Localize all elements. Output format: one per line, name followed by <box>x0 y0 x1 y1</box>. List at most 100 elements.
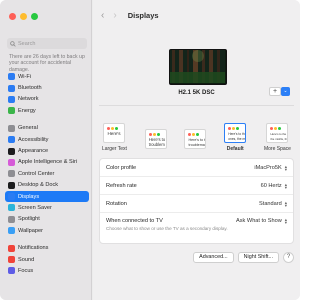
accessibility-icon <box>8 136 15 144</box>
sidebar-item-displays[interactable]: Displays <box>5 190 89 203</box>
appearance-icon <box>8 147 15 155</box>
sidebar-item-control-center[interactable]: Control Center <box>5 168 89 179</box>
sidebar-group: Wi-Fi Bluetooth Network Energy <box>5 71 89 117</box>
updown-chevron-icon: ▴ ▾ <box>284 217 287 225</box>
dock-icon <box>8 181 15 189</box>
sidebar-item-screen-saver[interactable]: Screen Saver <box>5 202 89 213</box>
zoom-button[interactable] <box>31 13 38 20</box>
resolution-preview-text: Here's to the troublemakers <box>188 138 206 147</box>
refresh-rate-row[interactable]: Refresh rate 60 Hertz ▴ ▾ <box>100 177 293 195</box>
resolution-option[interactable]: Here's to the crazy ones the misfits, th… <box>264 123 291 152</box>
tv-connection-row[interactable]: When connected to TV Choose what to show… <box>100 213 293 243</box>
sidebar-item-label: Energy <box>18 107 36 114</box>
sidebar-item-label: Apple Intelligence & Siri <box>18 159 78 166</box>
resolution-option[interactable]: Here's Larger Text <box>102 123 127 152</box>
sidebar-item-energy[interactable]: Energy <box>5 105 89 116</box>
back-chevron-icon[interactable]: ‹ <box>101 10 104 21</box>
resolution-option[interactable]: Here's to the crazy ones, the misfits Def… <box>224 123 247 152</box>
siri-icon <box>8 158 15 166</box>
sidebar-group: General Accessibility Appearance Apple Inte… <box>5 123 89 237</box>
sidebar-search[interactable] <box>7 38 87 49</box>
night-shift-button[interactable]: Night Shift... <box>237 251 279 263</box>
sidebar-item-focus[interactable]: Focus <box>5 265 89 276</box>
color-profile-value: iMacPro5K <box>254 164 282 171</box>
sidebar-item-general[interactable]: General <box>5 123 89 134</box>
tv-connection-description: Choose what to show or use the TV as a s… <box>106 226 228 231</box>
color-profile-select[interactable]: iMacPro5K ▴ ▾ <box>254 163 287 172</box>
resolution-preview-text: Here's to the crazy ones, the misfits <box>228 132 247 141</box>
refresh-rate-label: Refresh rate <box>106 182 137 189</box>
notifications-icon <box>8 244 15 252</box>
minimize-button[interactable] <box>20 13 27 20</box>
updown-chevron-icon: ▴ ▾ <box>284 163 287 172</box>
sidebar-item-apple-intelligence-siri[interactable]: Apple Intelligence & Siri <box>5 157 89 168</box>
sidebar-item-label: Control Center <box>18 170 55 177</box>
search-input[interactable] <box>18 40 82 47</box>
sidebar-item-label: Spotlight <box>18 216 40 223</box>
sidebar-item-label: Notifications <box>18 245 49 252</box>
resolution-option[interactable]: Here's to the troublemakers <box>184 129 207 152</box>
spotlight-icon <box>8 215 15 223</box>
resolution-label: Larger Text <box>102 146 127 152</box>
advanced-button[interactable]: Advanced... <box>193 251 234 263</box>
titlebar: ‹ › Displays <box>93 0 300 31</box>
rotation-row[interactable]: Rotation Standard ▴ ▾ <box>100 195 293 213</box>
sidebar-item-accessibility[interactable]: Accessibility <box>5 134 89 145</box>
color-profile-row[interactable]: Color profile iMacPro5K ▴ ▾ <box>100 159 293 177</box>
sidebar-item-label: Screen Saver <box>18 204 52 211</box>
resolution-preview-icon: Here's <box>103 123 126 143</box>
sidebar-item-label: Focus <box>18 267 34 274</box>
tv-connection-text: When connected to TV Choose what to show… <box>106 218 228 232</box>
wallpaper-icon <box>8 227 15 235</box>
sidebar-item-label: Accessibility <box>18 136 49 143</box>
resolution-option[interactable]: Here's to troublem <box>144 129 167 152</box>
sidebar-item-appearance[interactable]: Appearance <box>5 145 89 156</box>
add-display-button[interactable]: + ⌄ <box>269 87 290 96</box>
updown-chevron-icon: ▴ ▾ <box>284 199 287 208</box>
sidebar-item-label: Network <box>18 96 39 103</box>
sidebar: There are 26 days left to back up your a… <box>0 0 92 300</box>
focus-icon <box>8 267 15 275</box>
add-display-dropdown-icon[interactable]: ⌄ <box>281 87 290 96</box>
sidebar-item-network[interactable]: Network <box>5 94 89 105</box>
sidebar-item-label: Displays <box>18 193 40 200</box>
help-button[interactable]: ? <box>283 251 294 263</box>
page-title: Displays <box>127 11 159 20</box>
forward-chevron-icon[interactable]: › <box>113 10 116 21</box>
rotation-label: Rotation <box>106 200 127 207</box>
sidebar-item-bluetooth[interactable]: Bluetooth <box>5 82 89 93</box>
tv-connection-label: When connected to TV <box>106 218 163 224</box>
sidebar-item-label: Bluetooth <box>18 85 42 92</box>
main-pane: ‹ › Displays H2.1 5K DSC + ⌄ Here's Larg… <box>93 0 300 300</box>
divider <box>99 105 294 106</box>
sidebar-item-wallpaper[interactable]: Wallpaper <box>5 225 89 236</box>
plus-icon: + <box>272 88 278 95</box>
sidebar-item-spotlight[interactable]: Spotlight <box>5 214 89 225</box>
resolution-label: Default <box>226 146 244 152</box>
sidebar-nav: Wi-Fi Bluetooth Network Energy General Access… <box>5 71 89 283</box>
resolution-label: More Space <box>263 146 291 152</box>
sidebar-item-label: Sound <box>18 256 35 263</box>
rotation-select[interactable]: Standard ▴ ▾ <box>259 199 287 208</box>
sidebar-item-wi-fi[interactable]: Wi-Fi <box>5 71 89 82</box>
network-icon <box>8 95 15 103</box>
display-thumbnail[interactable] <box>169 49 227 85</box>
rotation-value: Standard <box>259 200 282 207</box>
close-button[interactable] <box>9 13 16 20</box>
gear-icon <box>8 124 15 132</box>
display-settings-list: Color profile iMacPro5K ▴ ▾ Refresh rate … <box>99 158 294 244</box>
resolution-preview-text: Here's to the crazy ones the misfits, th… <box>270 132 289 141</box>
color-profile-label: Color profile <box>106 164 137 171</box>
sidebar-item-label: General <box>18 125 38 132</box>
energy-icon <box>8 107 15 115</box>
sidebar-item-notifications[interactable]: Notifications <box>5 242 89 253</box>
sidebar-item-desktop-dock[interactable]: Desktop & Dock <box>5 180 89 191</box>
sidebar-group: Notifications Sound Focus <box>5 242 89 276</box>
refresh-rate-value: 60 Hertz <box>260 182 282 189</box>
resolution-preview-text: Here's <box>107 131 121 136</box>
bottom-actions: Advanced... Night Shift... ? <box>99 251 294 263</box>
refresh-rate-select[interactable]: 60 Hertz ▴ ▾ <box>260 182 287 190</box>
sidebar-item-sound[interactable]: Sound <box>5 254 89 265</box>
sidebar-item-label: Desktop & Dock <box>18 182 59 189</box>
tv-connection-select[interactable]: Ask What to Show ▴ ▾ <box>236 217 287 225</box>
